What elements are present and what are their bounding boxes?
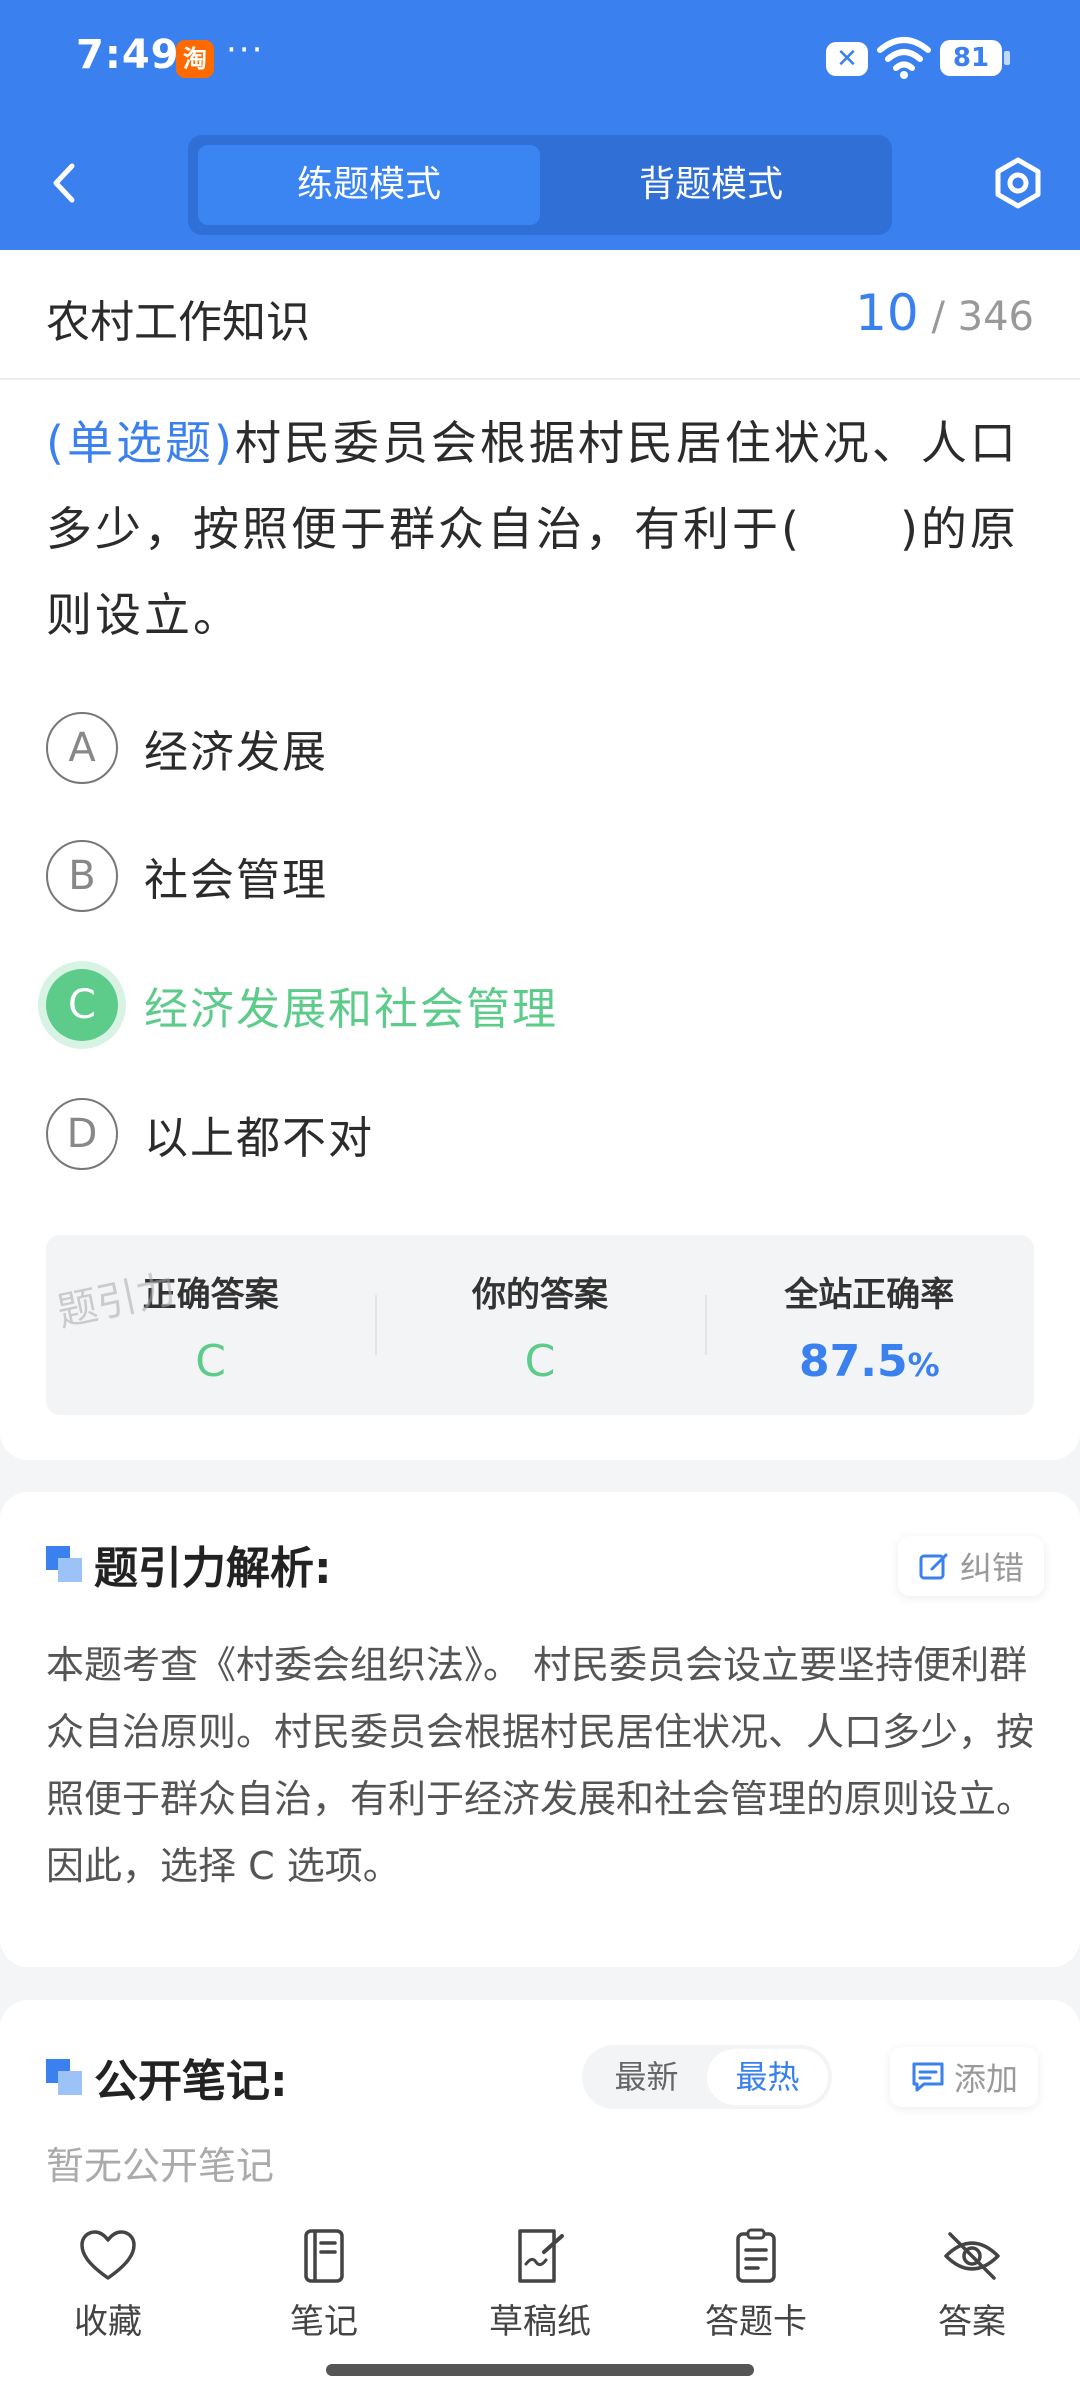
site-accuracy: 全站正确率 87.5% — [704, 1235, 1034, 1415]
app-header: 7:49 淘 ··· ✕ 81 练题模式 背题模式 — [0, 0, 1080, 250]
site-accuracy-value: 87.5% — [705, 1336, 1034, 1387]
total-questions: / 346 — [931, 294, 1034, 340]
notebook-icon — [304, 2229, 344, 2283]
question-type: (单选题) — [46, 416, 235, 470]
add-note-button[interactable]: 添加 — [890, 2047, 1039, 2107]
answer-card-icon — [736, 2228, 776, 2283]
toggle-answer-button[interactable]: 答案 — [864, 2200, 1080, 2400]
chevron-left-icon — [53, 163, 75, 203]
current-question-number: 10 — [855, 284, 919, 342]
your-answer-value: C — [524, 1336, 556, 1387]
back-button[interactable] — [40, 158, 90, 208]
option-text: 社会管理 — [144, 855, 328, 906]
question-card: 农村工作知识 10 / 346 (单选题)村民委员会根据村民居住状况、人口多少，… — [0, 250, 1080, 1460]
status-time: 7:49 — [76, 32, 180, 78]
answer-result-panel: 正确答案 C 你的答案 C 全站正确率 87.5% — [46, 1235, 1034, 1415]
taobao-notification-icon: 淘 — [176, 40, 214, 78]
option-letter: C — [46, 969, 118, 1041]
option-letter: D — [46, 1098, 118, 1170]
more-notifications-icon: ··· — [226, 30, 265, 70]
analysis-card: 题引力解析: 纠错 本题考查《村委会组织法》。 村民委员会设立要坚持便利群众自治… — [0, 1492, 1080, 1967]
option-d[interactable]: D 以上都不对 — [46, 1096, 374, 1172]
accuracy-number: 87.5 — [799, 1336, 908, 1387]
add-note-label: 添加 — [954, 2060, 1019, 2098]
sort-newest[interactable]: 最新 — [586, 2049, 707, 2105]
eye-off-icon — [944, 2232, 1000, 2280]
analysis-title-text: 题引力解析: — [94, 1543, 332, 1594]
accuracy-unit: % — [907, 1346, 940, 1384]
empty-notes-text: 暂无公开笔记 — [46, 2144, 275, 2188]
question-text: (单选题)村民委员会根据村民居住状况、人口多少，按照便于群众自治，有利于( )的… — [46, 400, 1036, 658]
status-bar: 7:49 淘 ··· ✕ 81 — [0, 0, 1080, 120]
heart-icon — [80, 2230, 136, 2280]
wifi-icon — [876, 36, 932, 84]
your-answer-label: 你的答案 — [471, 1275, 608, 1315]
option-b[interactable]: B 社会管理 — [46, 838, 328, 914]
sort-hottest[interactable]: 最热 — [707, 2049, 828, 2105]
favorite-button[interactable]: 收藏 — [0, 2200, 216, 2400]
settings-button[interactable] — [990, 155, 1046, 211]
analysis-text: 本题考查《村委会组织法》。 村民委员会设立要坚持便利群众自治原则。村民委员会根据… — [46, 1643, 1035, 1888]
section-square-icon — [46, 1546, 82, 1582]
toggle-answer-label: 答案 — [938, 2302, 1006, 2342]
section-square-icon — [46, 2059, 82, 2095]
battery-indicator: 81 — [940, 40, 1010, 76]
favorite-label: 收藏 — [74, 2302, 142, 2342]
notes-sort-toggle: 最新 最热 — [582, 2045, 832, 2109]
option-c[interactable]: C 经济发展和社会管理 — [46, 967, 558, 1043]
draft-paper-label: 草稿纸 — [489, 2302, 591, 2342]
no-sim-icon: ✕ — [826, 42, 868, 76]
option-text: 以上都不对 — [144, 1113, 374, 1164]
option-text: 经济发展和社会管理 — [144, 984, 558, 1035]
mode-switch: 练题模式 背题模式 — [188, 135, 892, 235]
analysis-title: 题引力解析: — [46, 1532, 332, 1596]
correct-answer-value: C — [195, 1336, 227, 1387]
question-counter: 10 / 346 — [855, 284, 1034, 342]
draft-paper-icon — [518, 2229, 564, 2283]
report-error-label: 纠错 — [960, 1549, 1025, 1587]
comment-icon — [912, 2062, 944, 2092]
hexagon-settings-icon — [995, 157, 1041, 209]
tab-memorize-mode[interactable]: 背题模式 — [540, 145, 882, 225]
answer-card-label: 答题卡 — [705, 2302, 807, 2342]
notes-title: 公开笔记: — [46, 2045, 288, 2109]
notes-title-text: 公开笔记: — [94, 2056, 288, 2107]
tab-practice-mode[interactable]: 练题模式 — [198, 145, 540, 225]
option-a[interactable]: A 经济发展 — [46, 710, 328, 786]
option-text: 经济发展 — [144, 727, 328, 778]
site-accuracy-label: 全站正确率 — [784, 1275, 955, 1315]
edit-icon — [919, 1553, 948, 1580]
option-letter: B — [46, 840, 118, 912]
home-indicator[interactable] — [326, 2364, 754, 2376]
category-title: 农村工作知识 — [46, 297, 310, 348]
category-row: 农村工作知识 10 / 346 — [0, 250, 1080, 380]
notes-label: 笔记 — [290, 2302, 358, 2342]
option-letter: A — [46, 712, 118, 784]
your-answer: 你的答案 C — [375, 1235, 704, 1415]
report-error-button[interactable]: 纠错 — [898, 1536, 1045, 1596]
